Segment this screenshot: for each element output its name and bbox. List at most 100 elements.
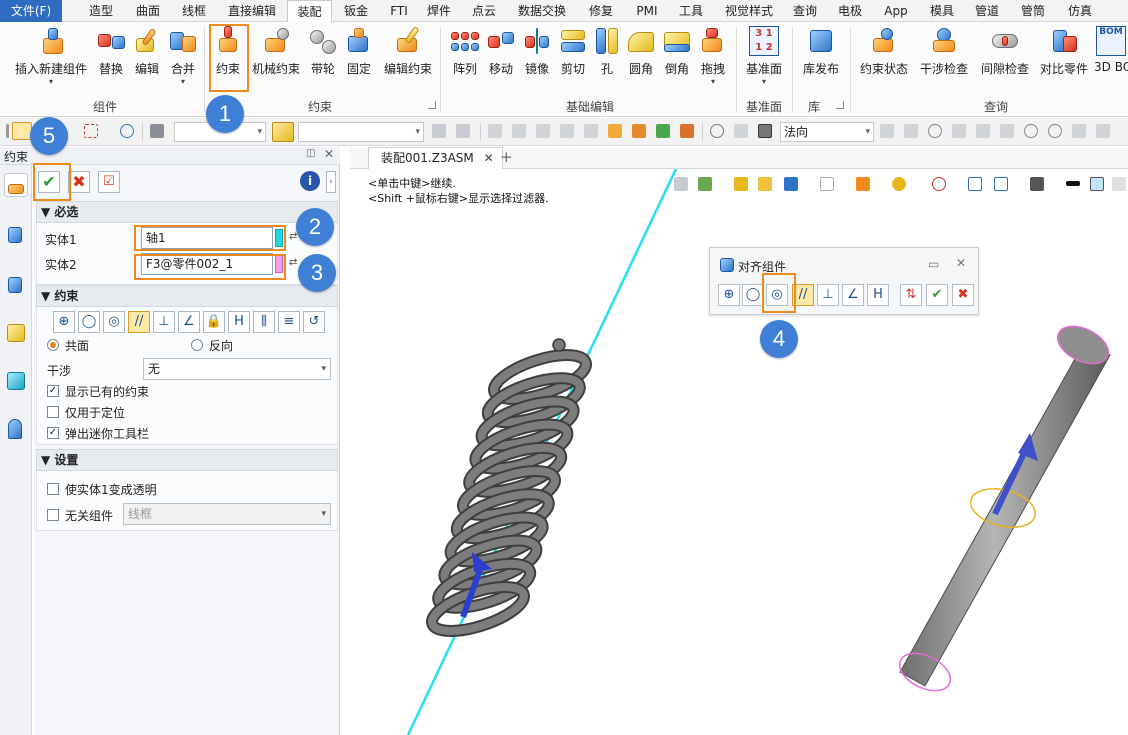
edit-button[interactable]: 编辑: [130, 26, 164, 102]
cut-button[interactable]: 剪切: [556, 26, 590, 102]
hole-button[interactable]: 孔: [592, 26, 622, 102]
insert-component-button[interactable]: 插入新建组件 ▾: [8, 26, 94, 102]
expand-icon[interactable]: ›: [326, 171, 336, 193]
circle-icon[interactable]: [1048, 124, 1062, 138]
menu-app[interactable]: App: [876, 0, 916, 22]
datum-plane-button[interactable]: 3 11 2 基准面 ▾: [742, 26, 786, 102]
new-tab-icon[interactable]: +: [500, 148, 513, 166]
group-launcher-icon[interactable]: [836, 101, 844, 109]
tab-constraint[interactable]: [4, 173, 28, 197]
chamfer-button[interactable]: 倒角: [660, 26, 694, 102]
concentric-constraint-button[interactable]: ◎: [103, 311, 125, 333]
mini-concentric-button[interactable]: ◎: [766, 284, 788, 306]
snap-icon[interactable]: [432, 124, 446, 138]
replace-button[interactable]: 替换: [94, 26, 128, 102]
sketch-tool-icon[interactable]: [880, 124, 894, 138]
fillet-button[interactable]: 圆角: [624, 26, 658, 102]
swap-icon[interactable]: ⇄: [289, 257, 297, 268]
apply-button[interactable]: ☑: [98, 171, 120, 193]
image-icon[interactable]: [680, 124, 694, 138]
lock-constraint-button[interactable]: 🔒: [203, 311, 225, 333]
entity-combo[interactable]: ▾: [298, 122, 424, 142]
constraint-section-header[interactable]: ▼ 约束: [36, 285, 338, 307]
hexagon-select-icon[interactable]: [120, 124, 134, 138]
menu-wireframe[interactable]: 线框: [172, 0, 216, 22]
tool-icon[interactable]: [536, 124, 550, 138]
unrelated-mode-select[interactable]: 线框 ▾: [123, 503, 331, 525]
filter-icon[interactable]: [150, 124, 164, 138]
select-cursor-icon[interactable]: [12, 122, 32, 140]
coplanar-radio[interactable]: [47, 339, 59, 351]
constraint-button[interactable]: 约束: [210, 26, 246, 102]
tab-assembly-tree[interactable]: [4, 223, 28, 247]
drag-button[interactable]: 拖拽 ▾: [696, 26, 730, 102]
play-icon[interactable]: [928, 124, 942, 138]
close-tab-icon[interactable]: ✕: [484, 151, 494, 165]
tool-icon[interactable]: [488, 124, 502, 138]
required-section-header[interactable]: ▼ 必选: [36, 201, 338, 223]
arc-icon[interactable]: [1072, 124, 1086, 138]
fixed-button[interactable]: 固定: [342, 26, 376, 102]
angle-constraint-button[interactable]: ∠: [178, 311, 200, 333]
settings-section-header[interactable]: ▼ 设置: [36, 449, 338, 471]
ok-button[interactable]: ✔: [38, 171, 60, 193]
mini-perpendicular-button[interactable]: ⊥: [817, 284, 839, 306]
edit-constraint-button[interactable]: 编辑约束: [380, 25, 436, 102]
menu-file[interactable]: 文件(F): [0, 0, 62, 22]
reverse-radio[interactable]: [191, 339, 203, 351]
tool-icon[interactable]: [512, 124, 526, 138]
tab-visuals[interactable]: [4, 369, 28, 393]
mini-tangent-button[interactable]: ◯: [742, 284, 764, 306]
box-select-icon[interactable]: [84, 124, 98, 138]
interference-select[interactable]: 无 ▾: [143, 358, 331, 380]
circle-icon[interactable]: [1024, 124, 1038, 138]
menu-modeling[interactable]: 造型: [80, 0, 122, 22]
entity1-field[interactable]: 轴1: [141, 227, 273, 249]
menu-visual-style[interactable]: 视觉样式: [716, 0, 782, 22]
menu-direct-edit[interactable]: 直接编辑: [222, 0, 282, 22]
line-icon[interactable]: [976, 124, 990, 138]
symmetric-constraint-button[interactable]: ≡: [278, 311, 300, 333]
layer-icon[interactable]: [608, 124, 622, 138]
menu-fti[interactable]: FTI: [382, 0, 416, 22]
position-only-checkbox[interactable]: [47, 406, 59, 418]
mini-ok-button[interactable]: ✔: [926, 284, 948, 306]
stop-icon[interactable]: [758, 124, 772, 138]
mechanical-constraint-button[interactable]: 机械约束: [250, 26, 302, 102]
gap-check-button[interactable]: 间隙检查: [976, 26, 1034, 102]
menu-weldment[interactable]: 焊件: [420, 0, 458, 22]
tab-part-library[interactable]: [4, 321, 28, 345]
mini-flip-button[interactable]: ⇅: [900, 284, 922, 306]
tangent-constraint-button[interactable]: ◯: [78, 311, 100, 333]
menu-tools[interactable]: 工具: [672, 0, 710, 22]
tool-icon[interactable]: [560, 124, 574, 138]
parallel-constraint-button[interactable]: //: [128, 311, 150, 333]
menu-pipe[interactable]: 管道: [966, 0, 1008, 22]
rotate-constraint-button[interactable]: ↺: [303, 311, 325, 333]
move-button[interactable]: 移动: [484, 26, 518, 102]
pin-icon[interactable]: ◫: [306, 148, 315, 159]
comment-icon[interactable]: ▭: [928, 257, 939, 271]
group-launcher-icon[interactable]: [428, 101, 436, 109]
view-direction-combo[interactable]: 法向 ▾: [780, 122, 874, 142]
curve-icon[interactable]: [1096, 124, 1110, 138]
lock-icon[interactable]: [456, 124, 470, 138]
constraint-status-button[interactable]: 约束状态: [856, 26, 912, 102]
cursor-icon[interactable]: [584, 124, 598, 138]
mini-angle-button[interactable]: ∠: [842, 284, 864, 306]
line-icon[interactable]: [1000, 124, 1014, 138]
menu-mold[interactable]: 模具: [922, 0, 962, 22]
3d-bom-button[interactable]: BOM 3D BOM: [1094, 26, 1128, 102]
info-icon[interactable]: i: [300, 171, 320, 191]
menu-surface[interactable]: 曲面: [128, 0, 168, 22]
close-icon[interactable]: ✕: [956, 256, 966, 270]
center-constraint-button[interactable]: ⫼: [253, 311, 275, 333]
entity2-field[interactable]: F3@零件002_1: [141, 253, 273, 275]
measure-icon[interactable]: [710, 124, 724, 138]
points-icon[interactable]: [952, 124, 966, 138]
sketch-tool-icon[interactable]: [904, 124, 918, 138]
menu-repair[interactable]: 修复: [580, 0, 622, 22]
dimension-icon[interactable]: [734, 124, 748, 138]
mirror-button[interactable]: 镜像: [520, 26, 554, 102]
mini-cancel-button[interactable]: ✖: [952, 284, 974, 306]
